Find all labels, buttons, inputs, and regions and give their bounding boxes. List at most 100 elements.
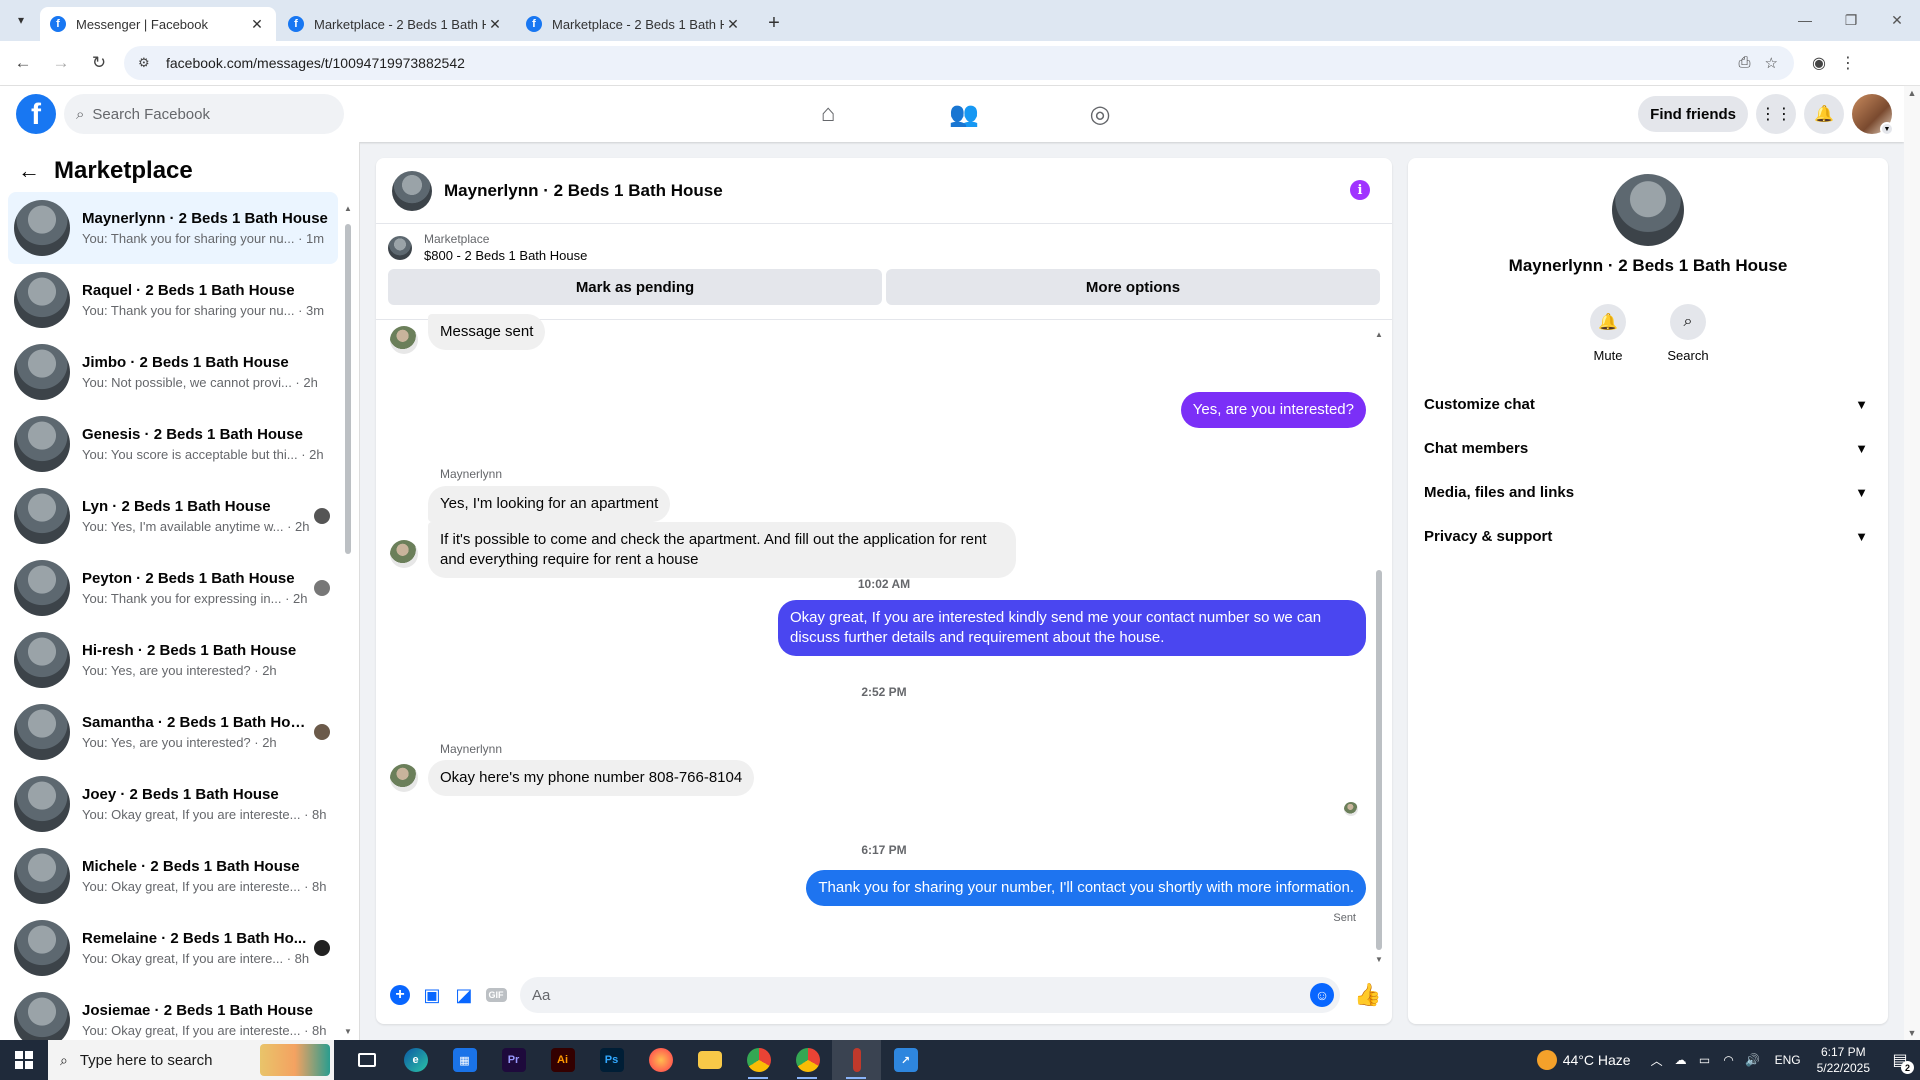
display-icon[interactable]: ▭ [1693,1053,1717,1067]
scrollbar-thumb[interactable] [1376,570,1382,950]
info-icon[interactable]: i [1350,180,1370,200]
tab-close-icon[interactable]: ✕ [248,16,266,33]
restore-icon[interactable]: ❐ [1828,0,1874,40]
illustrator-icon[interactable]: Ai [538,1040,587,1080]
conversation-item[interactable]: Genesis · 2 Beds 1 Bath House You: You sc… [8,408,338,480]
conversation-item[interactable]: Josiemae · 2 Beds 1 Bath House You: Okay … [8,984,338,1040]
conversation-item[interactable]: Remelaine · 2 Beds 1 Bath Ho... You: Okay… [8,912,338,984]
groups-icon[interactable]: ◎ [1032,86,1168,142]
volume-icon[interactable]: 🔊 [1741,1053,1765,1067]
close-window-icon[interactable]: ✕ [1874,0,1920,40]
forward-arrow-icon[interactable]: → [46,48,76,78]
tab-close-icon[interactable]: ✕ [486,16,504,33]
tab-marketplace-2[interactable]: f Marketplace - 2 Beds 1 Bath Ho ✕ [516,7,752,41]
site-settings-icon[interactable]: ⚙ [138,55,154,71]
conversation-list-scrollbar[interactable]: ▲ ▼ [343,204,353,1036]
store-icon[interactable]: ▦ [440,1040,489,1080]
scroll-down-icon[interactable]: ▼ [1374,955,1384,964]
conversation-item[interactable]: Lyn · 2 Beds 1 Bath House You: Yes, I'm a… [8,480,338,552]
weather-widget[interactable]: 44°C Haze [1536,1050,1631,1070]
file-explorer-icon[interactable] [685,1040,734,1080]
scroll-up-icon[interactable]: ▲ [1374,330,1384,339]
scroll-up-icon[interactable]: ▲ [1904,88,1920,98]
conversation-item[interactable]: Jimbo · 2 Beds 1 Bath House You: Not poss… [8,336,338,408]
notifications-bell-icon[interactable]: 🔔 [1804,94,1844,134]
tab-search-button[interactable]: ▾ [8,7,34,33]
chrome-icon[interactable] [783,1040,832,1080]
facebook-search-input[interactable]: ⌕ Search Facebook [64,94,344,134]
chrome-profile-icon[interactable] [734,1040,783,1080]
emoji-icon[interactable]: ☺ [1310,983,1334,1007]
plus-icon[interactable]: + [384,979,416,1011]
facebook-logo-icon[interactable]: f [16,94,56,134]
media-files-links-section[interactable]: Media, files and links ▼ [1416,470,1880,514]
task-view-icon[interactable] [342,1040,391,1080]
privacy-support-section[interactable]: Privacy & support ▼ [1416,514,1880,558]
like-thumbs-up-icon[interactable]: 👍 [1350,977,1386,1013]
account-avatar[interactable]: ▼ [1852,94,1894,136]
conversation-item[interactable]: Maynerlynn · 2 Beds 1 Bath House You: Tha… [8,192,338,264]
tab-marketplace-1[interactable]: f Marketplace - 2 Beds 1 Bath Ho ✕ [278,7,514,41]
new-tab-button[interactable]: + [760,9,788,37]
friends-icon[interactable]: 👥 [896,86,1032,142]
chat-members-section[interactable]: Chat members ▼ [1416,426,1880,470]
mark-as-pending-button[interactable]: Mark as pending [388,269,882,305]
customize-chat-section[interactable]: Customize chat ▼ [1416,382,1880,426]
firefox-icon[interactable] [636,1040,685,1080]
chat-title[interactable]: Maynerlynn · 2 Beds 1 Bath House [444,181,723,201]
conversation-item[interactable]: Michele · 2 Beds 1 Bath House You: Okay g… [8,840,338,912]
search-button[interactable]: ⌕ Search [1666,304,1710,363]
message-input[interactable]: Aa ☺ [520,977,1340,1013]
back-arrow-icon[interactable]: ← [18,158,40,184]
language-indicator[interactable]: ENG [1775,1053,1801,1067]
conversation-item[interactable]: Raquel · 2 Beds 1 Bath House You: Thank y… [8,264,338,336]
conversation-item[interactable]: Hi-resh · 2 Beds 1 Bath House You: Yes, a… [8,624,338,696]
listing-detail[interactable]: $800 - 2 Beds 1 Bath House [424,248,587,263]
gif-icon[interactable]: GIF [480,979,512,1011]
notification-center-icon[interactable]: ▤ 2 [1880,1040,1920,1080]
edge-icon[interactable]: e [391,1040,440,1080]
conversation-item[interactable]: Peyton · 2 Beds 1 Bath House You: Thank y… [8,552,338,624]
page-scrollbar[interactable]: ▲ ▼ [1904,86,1920,1040]
more-options-button[interactable]: More options [886,269,1380,305]
minimize-icon[interactable]: — [1782,0,1828,40]
bookmark-star-icon[interactable]: ☆ [1765,54,1778,72]
wifi-icon[interactable]: ◠ [1717,1053,1741,1067]
profile-icon[interactable]: ◉ [1812,53,1826,73]
message-scrollbar[interactable]: ▲ ▼ [1374,330,1384,964]
photo-icon[interactable]: ▣ [416,979,448,1011]
conversation-item[interactable]: Joey · 2 Beds 1 Bath House You: Okay grea… [8,768,338,840]
conversation-item[interactable]: Samantha · 2 Beds 1 Bath Hou... You: Yes,… [8,696,338,768]
taskbar-search-input[interactable]: ⌕ Type here to search [48,1040,334,1080]
find-friends-button[interactable]: Find friends [1638,96,1748,132]
browser-menu-icon[interactable]: ⋮ [1840,53,1856,73]
reload-icon[interactable]: ↻ [84,48,114,78]
tab-messenger[interactable]: f Messenger | Facebook ✕ [40,7,276,41]
home-icon[interactable]: ⌂ [760,86,896,142]
start-button[interactable] [0,1040,48,1080]
url-field[interactable]: ⚙ facebook.com/messages/t/10094719973882… [124,46,1794,80]
scrollbar-thumb[interactable] [345,224,351,554]
install-app-icon[interactable]: ⎙ [1739,54,1751,72]
avatar[interactable] [392,170,432,211]
avatar[interactable] [1612,174,1684,246]
chevron-up-icon[interactable]: ︿ [1645,1052,1669,1069]
menu-grid-icon[interactable]: ⋮⋮ [1756,94,1796,134]
search-icon: ⌕ [1670,304,1706,340]
search-label: Search [1667,348,1709,363]
scroll-down-icon[interactable]: ▼ [343,1027,353,1036]
back-arrow-icon[interactable]: ← [8,48,38,78]
cloud-icon[interactable]: ☁ [1669,1053,1693,1067]
mute-button[interactable]: 🔔 Mute [1586,304,1630,363]
sticker-icon[interactable]: ◪ [448,979,480,1011]
tab-close-icon[interactable]: ✕ [724,16,742,33]
active-app-icon[interactable] [832,1040,881,1080]
premiere-icon[interactable]: Pr [489,1040,538,1080]
app-icon[interactable]: ↗ [881,1040,930,1080]
clock[interactable]: 6:17 PM 5/22/2025 [1817,1044,1870,1076]
listing-thumbnail[interactable] [388,235,412,260]
photoshop-icon[interactable]: Ps [587,1040,636,1080]
scroll-down-icon[interactable]: ▼ [1904,1028,1920,1038]
scroll-up-icon[interactable]: ▲ [343,204,353,213]
listing-banner: Marketplace $800 - 2 Beds 1 Bath House M… [376,224,1392,320]
